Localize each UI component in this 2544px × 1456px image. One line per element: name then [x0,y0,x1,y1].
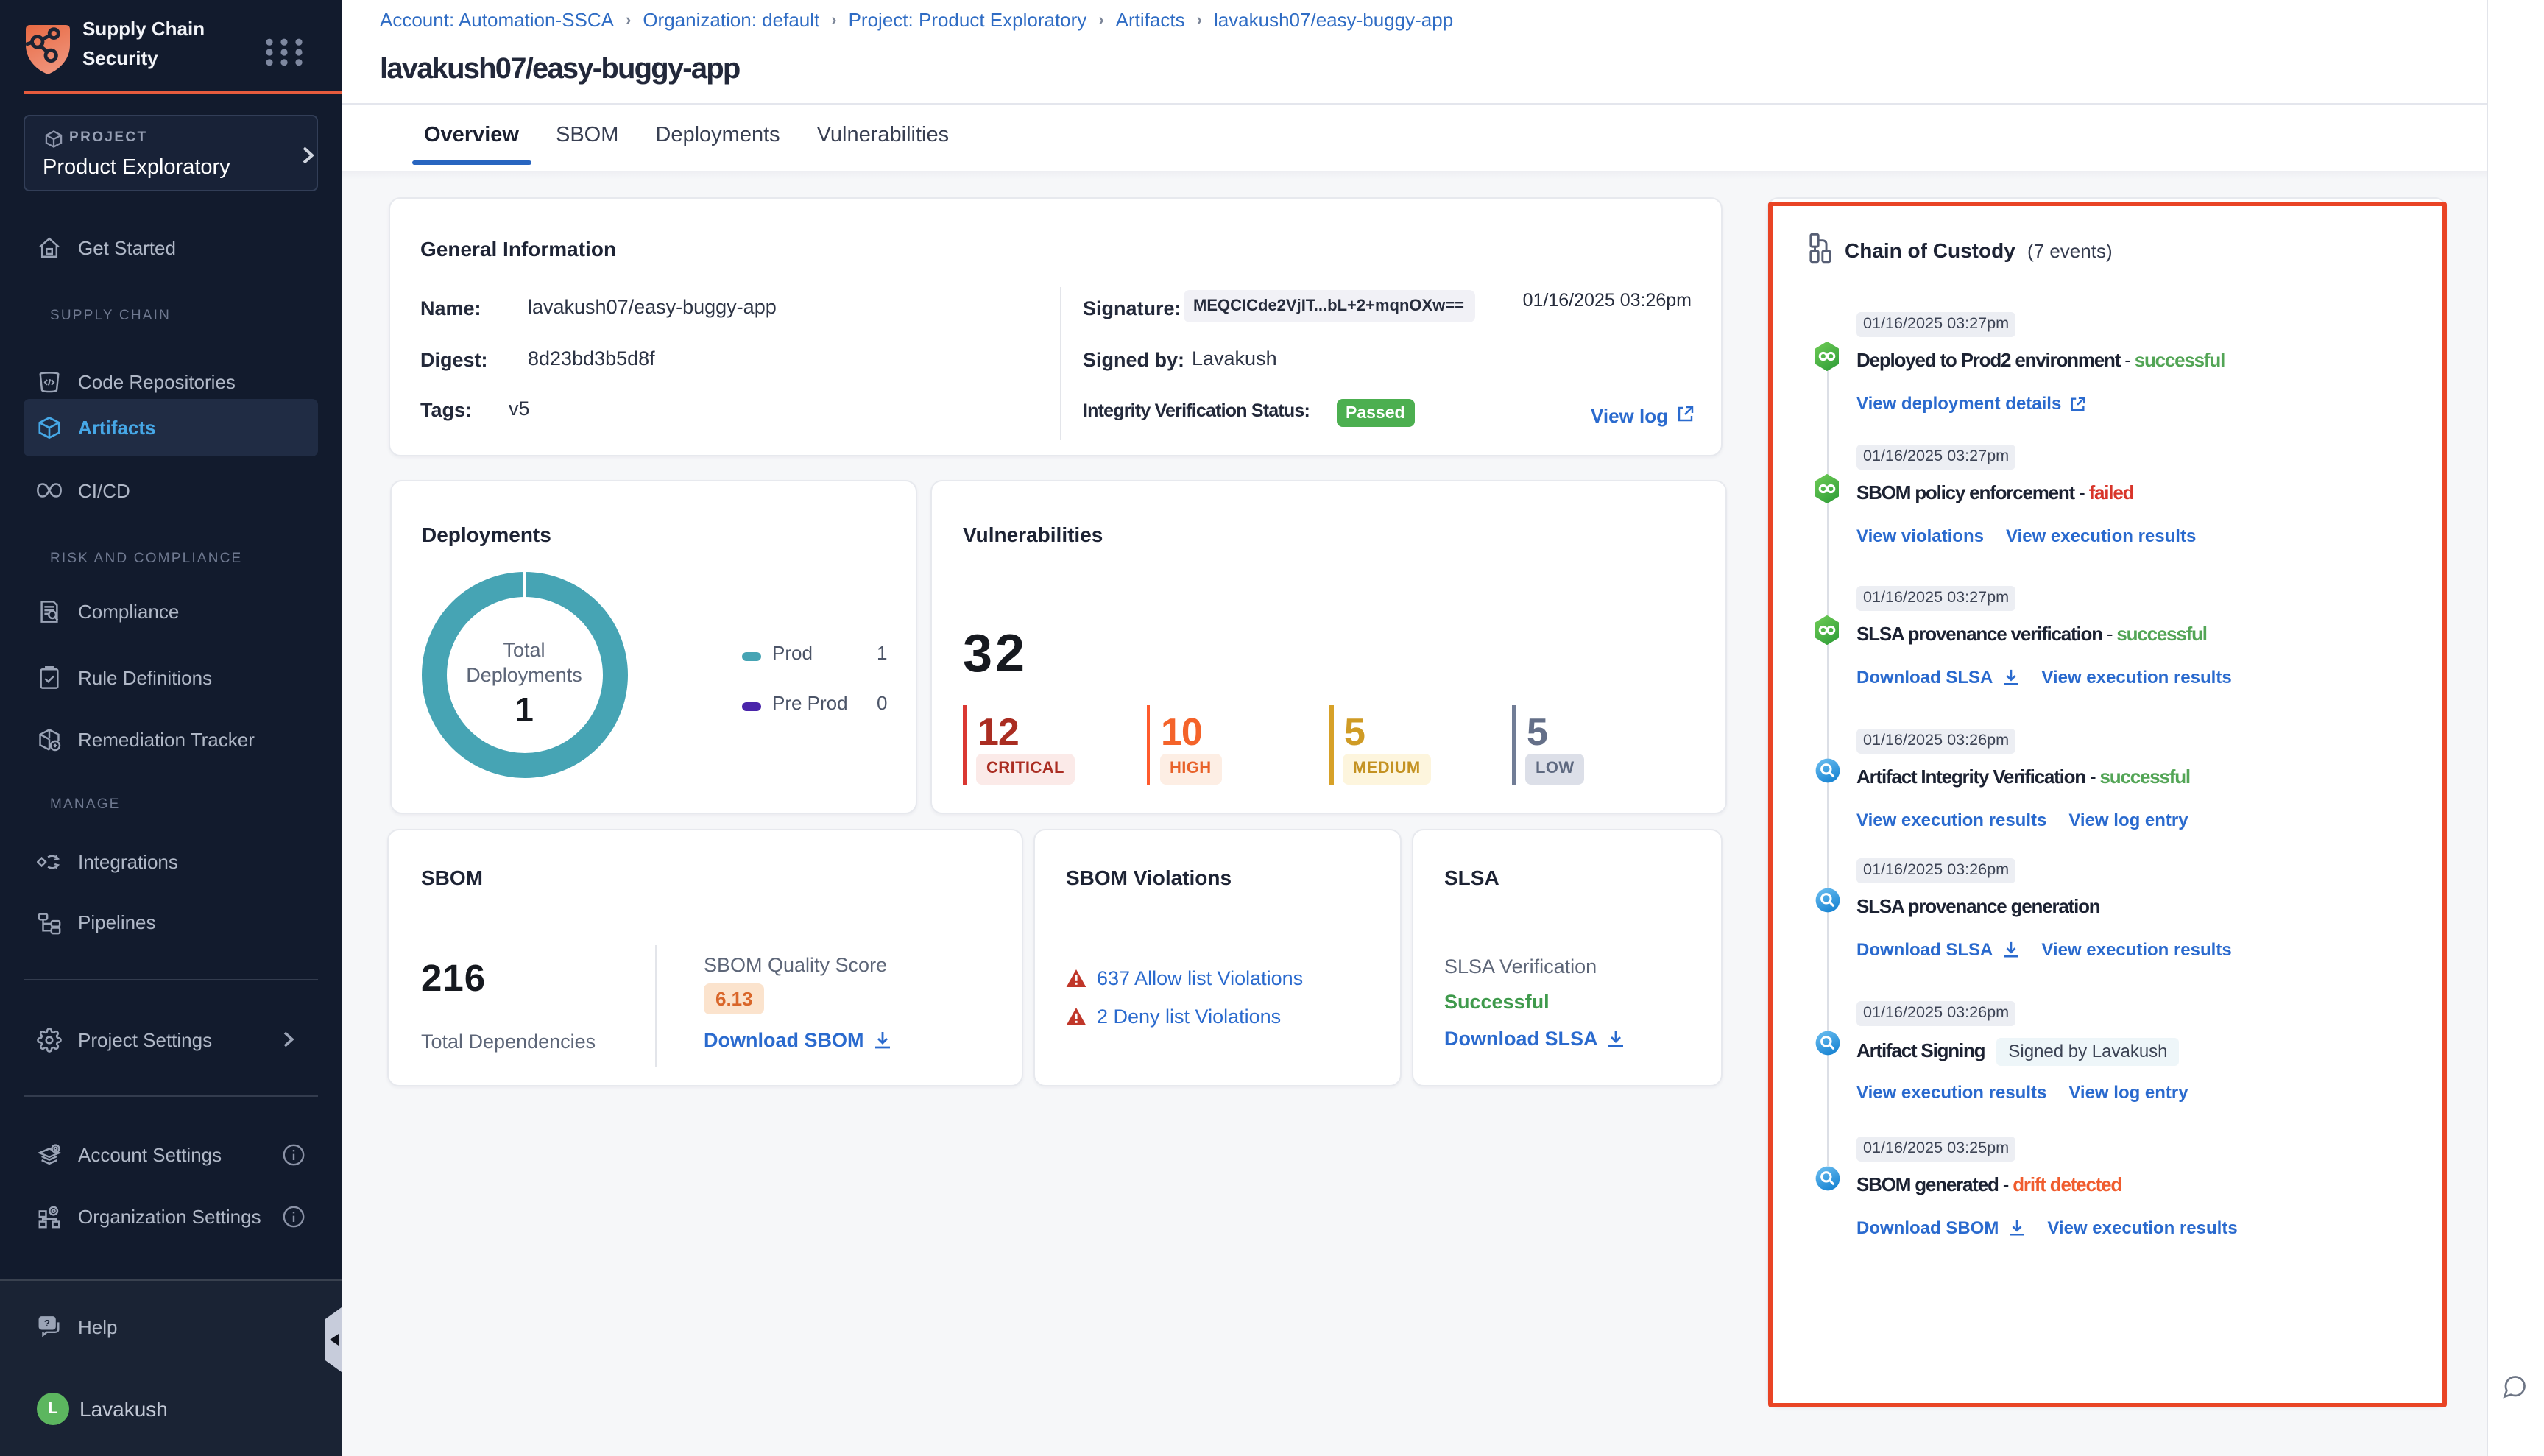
svg-text:?: ? [44,1317,50,1328]
